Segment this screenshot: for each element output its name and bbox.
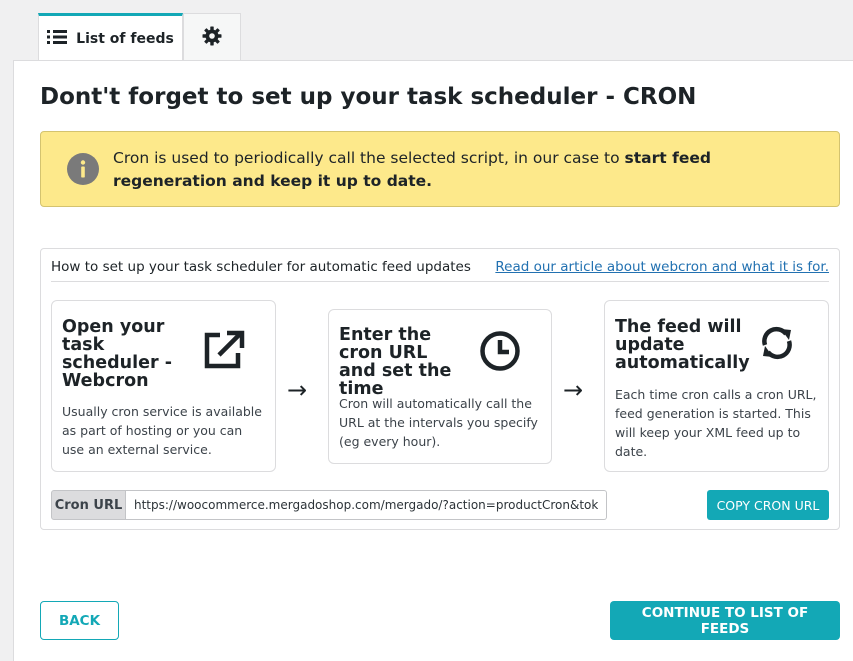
refresh-icon (757, 323, 797, 367)
step-description: Cron will automatically call the URL at … (339, 396, 538, 449)
divider (51, 281, 829, 282)
webcron-article-link[interactable]: Read our article about webcron and what … (495, 259, 829, 275)
list-icon (47, 29, 68, 49)
back-button[interactable]: BACK (40, 601, 119, 640)
clock-icon (479, 330, 521, 376)
gear-icon (202, 26, 222, 50)
tab-settings[interactable] (183, 13, 241, 61)
notice-text-start: Cron is used to periodically call the se… (113, 149, 625, 167)
step-title: Enter the cron URL and set the time (339, 325, 452, 399)
step-open-scheduler: Open your task scheduler - Webcron Usual… (51, 300, 276, 472)
copy-cron-url-button[interactable]: COPY CRON URL (707, 490, 829, 520)
info-icon (66, 152, 100, 186)
step-description: Usually cron service is available as par… (62, 404, 262, 457)
cron-url-field[interactable] (126, 490, 607, 520)
tab-bar: List of feeds (38, 13, 241, 61)
step-title: The feed will update automatically (615, 317, 750, 373)
step-title: Open your task scheduler - Webcron (62, 317, 172, 391)
external-link-icon (202, 329, 246, 375)
arrow-icon: → (287, 376, 308, 404)
arrow-icon: → (563, 376, 584, 404)
info-notice: Cron is used to periodically call the se… (40, 131, 840, 207)
page-title: Dont't forget to set up your task schedu… (40, 84, 697, 110)
step-enter-url: Enter the cron URL and set the time Cron… (328, 309, 552, 464)
continue-button[interactable]: CONTINUE TO LIST OF FEEDS (610, 601, 840, 640)
tab-list-of-feeds[interactable]: List of feeds (38, 13, 183, 61)
step-description: Each time cron calls a cron URL, feed ge… (615, 387, 817, 459)
step-auto-update: The feed will update automatically Each … (604, 300, 829, 472)
notice-text: Cron is used to periodically call the se… (113, 147, 813, 193)
cron-setup-card: How to set up your task scheduler for au… (40, 248, 840, 530)
tab-label: List of feeds (76, 30, 174, 47)
card-heading: How to set up your task scheduler for au… (51, 259, 471, 275)
cron-url-label: Cron URL (51, 490, 126, 520)
